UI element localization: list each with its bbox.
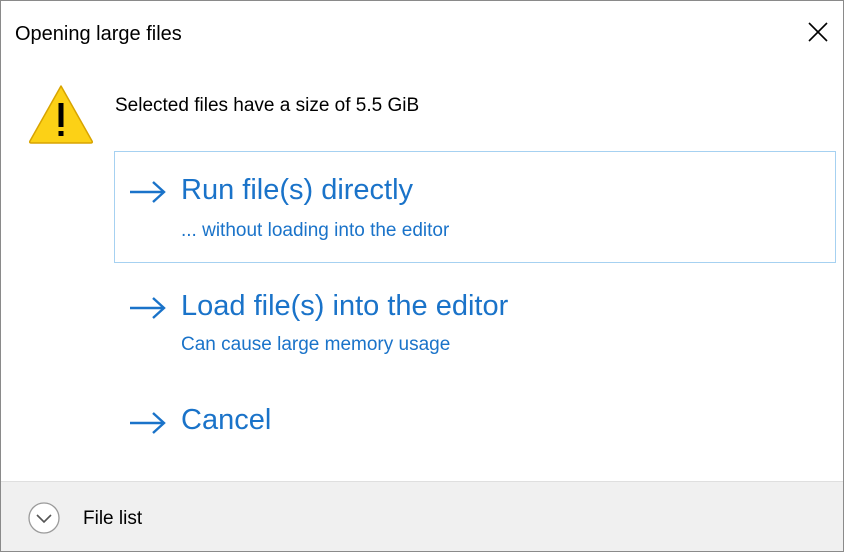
run-directly-link[interactable]: Run file(s) directly ... without loading… xyxy=(114,151,836,263)
close-button[interactable] xyxy=(801,15,835,49)
dialog-window: Opening large files Selected files have … xyxy=(0,0,844,552)
cancel-link[interactable]: Cancel xyxy=(114,385,836,455)
close-icon xyxy=(808,22,828,42)
warning-icon xyxy=(28,85,94,144)
cancel-label: Cancel xyxy=(181,404,272,436)
arrow-right-icon xyxy=(130,181,166,203)
run-directly-label: Run file(s) directly xyxy=(181,174,414,206)
message-text: Selected files have a size of 5.5 GiB xyxy=(115,95,420,116)
footer-bar: File list xyxy=(1,481,843,551)
arrow-right-icon xyxy=(130,412,166,434)
file-list-toggle[interactable]: File list xyxy=(83,508,142,530)
load-into-editor-description: Can cause large memory usage xyxy=(181,334,451,355)
load-into-editor-link[interactable]: Load file(s) into the editor Can cause l… xyxy=(114,269,836,367)
arrow-right-icon xyxy=(130,297,166,319)
chevron-down-icon[interactable] xyxy=(27,501,61,535)
title-bar: Opening large files xyxy=(1,1,843,63)
dialog-title: Opening large files xyxy=(15,23,182,45)
load-into-editor-label: Load file(s) into the editor xyxy=(181,290,509,322)
run-directly-description: ... without loading into the editor xyxy=(181,220,450,241)
